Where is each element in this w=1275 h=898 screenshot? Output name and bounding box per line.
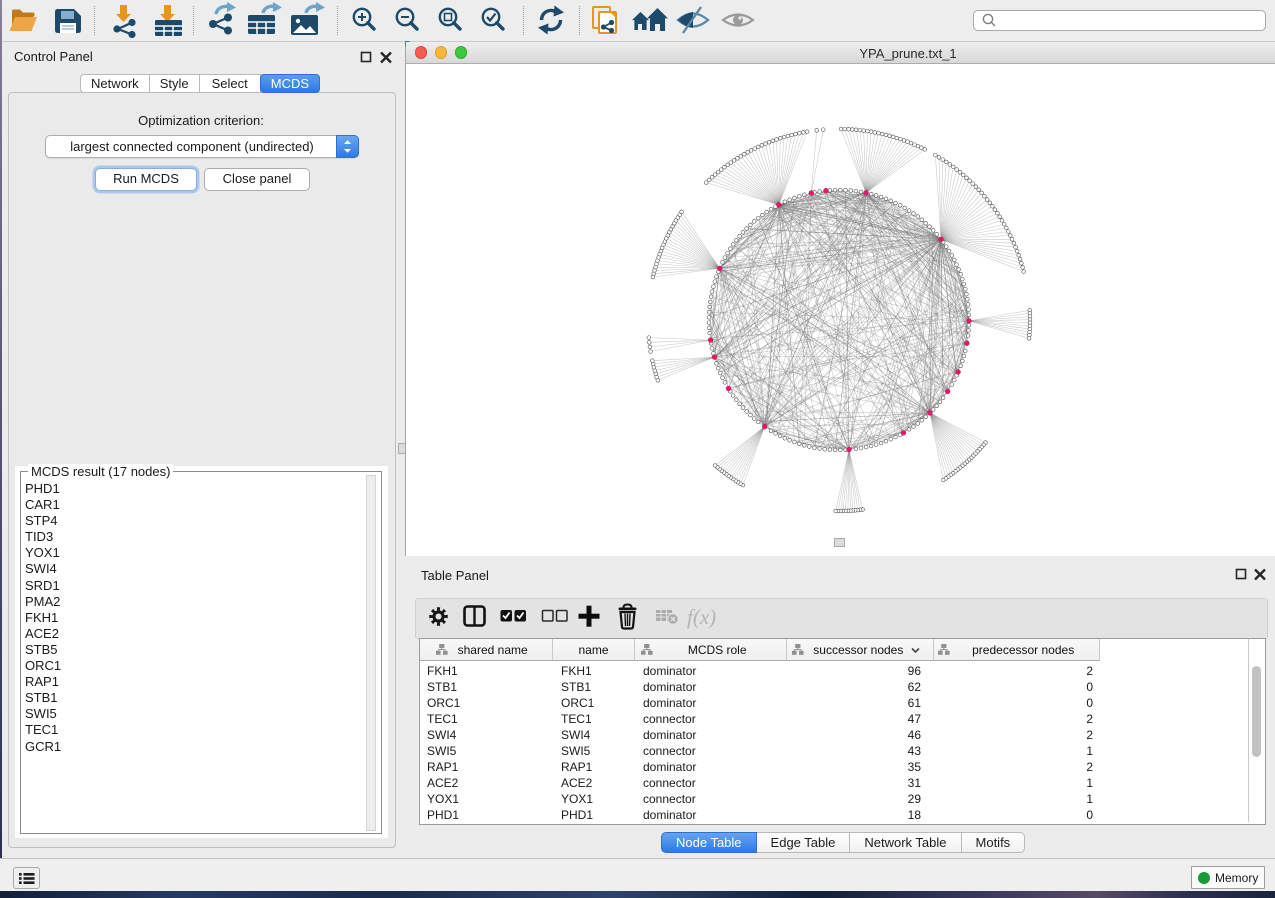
svg-text:f(x): f(x) — [687, 605, 716, 629]
